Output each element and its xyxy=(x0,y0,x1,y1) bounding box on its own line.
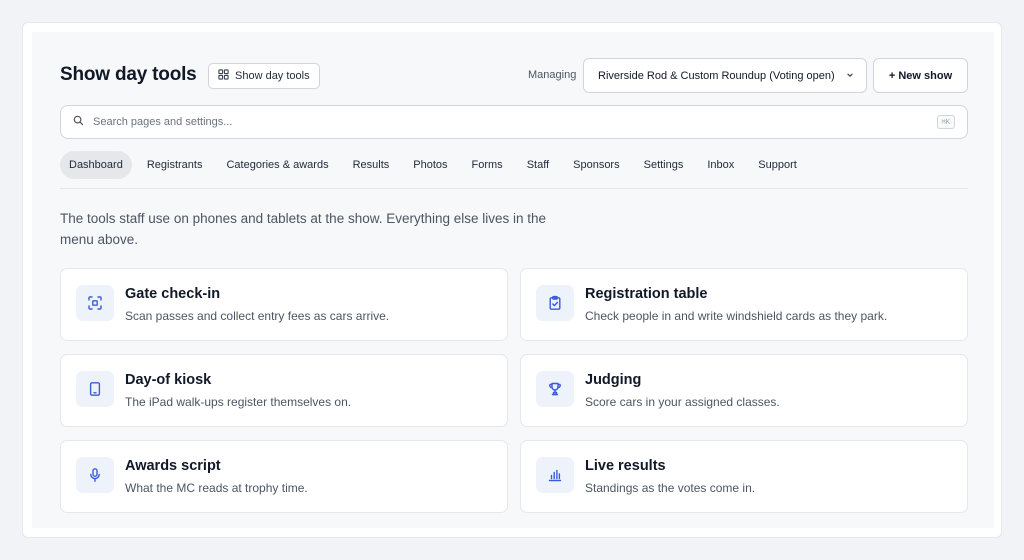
card-title: Judging xyxy=(585,372,642,388)
main-panel: Show day tools Show day tools Managing R… xyxy=(32,32,994,528)
show-day-tools-button[interactable]: Show day tools xyxy=(208,63,320,89)
card-description: The iPad walk-ups register themselves on… xyxy=(125,395,352,409)
tool-card-judging[interactable]: Judging Score cars in your assigned clas… xyxy=(520,354,968,427)
tool-card-registration-table[interactable]: Registration table Check people in and w… xyxy=(520,268,968,341)
tablet-icon xyxy=(76,371,114,407)
scan-icon xyxy=(76,285,114,321)
card-title: Registration table xyxy=(585,286,708,302)
page-header: Show day tools Show day tools Managing R… xyxy=(60,58,968,94)
card-title: Day-of kiosk xyxy=(125,372,212,388)
card-description: What the MC reads at trophy time. xyxy=(125,481,308,495)
nav-item-results[interactable]: Results xyxy=(344,151,399,179)
card-title: Awards script xyxy=(125,458,221,474)
chevron-down-icon xyxy=(846,70,854,82)
nav-item-forms[interactable]: Forms xyxy=(463,151,512,179)
main-nav: Dashboard Registrants Categories & award… xyxy=(60,151,968,189)
clipboard-check-icon xyxy=(536,285,574,321)
page-title: Show day tools xyxy=(60,64,197,85)
tool-card-gate-check-in[interactable]: Gate check-in Scan passes and collect en… xyxy=(60,268,508,341)
tool-card-day-of-kiosk[interactable]: Day-of kiosk The iPad walk-ups register … xyxy=(60,354,508,427)
grid-icon xyxy=(218,69,229,83)
tool-card-live-results[interactable]: Live results Standings as the votes come… xyxy=(520,440,968,513)
search-input[interactable] xyxy=(93,116,937,128)
bar-chart-icon xyxy=(536,457,574,493)
nav-item-inbox[interactable]: Inbox xyxy=(698,151,743,179)
nav-item-settings[interactable]: Settings xyxy=(635,151,693,179)
nav-item-sponsors[interactable]: Sponsors xyxy=(564,151,628,179)
card-description: Scan passes and collect entry fees as ca… xyxy=(125,309,390,323)
card-title: Gate check-in xyxy=(125,286,221,302)
microphone-icon xyxy=(76,457,114,493)
show-select[interactable]: Riverside Rod & Custom Roundup (Voting o… xyxy=(583,58,867,93)
managing-label: Managing xyxy=(528,69,577,81)
nav-item-registrants[interactable]: Registrants xyxy=(138,151,212,179)
card-description: Score cars in your assigned classes. xyxy=(585,395,780,409)
nav-item-categories-awards[interactable]: Categories & awards xyxy=(217,151,337,179)
show-day-tools-button-label: Show day tools xyxy=(235,70,310,82)
nav-item-dashboard[interactable]: Dashboard xyxy=(60,151,132,179)
intro-text: The tools staff use on phones and tablet… xyxy=(60,211,547,247)
card-description: Check people in and write windshield car… xyxy=(585,309,888,323)
nav-item-photos[interactable]: Photos xyxy=(404,151,456,179)
search-icon xyxy=(73,113,84,131)
card-description: Standings as the votes come in. xyxy=(585,481,756,495)
nav-item-staff[interactable]: Staff xyxy=(518,151,558,179)
card-title: Live results xyxy=(585,458,666,474)
tool-card-awards-script[interactable]: Awards script What the MC reads at troph… xyxy=(60,440,508,513)
shortcut-hint: ⌘K xyxy=(936,115,955,129)
app-frame: Show day tools Show day tools Managing R… xyxy=(22,22,1002,538)
nav-item-support[interactable]: Support xyxy=(749,151,806,179)
trophy-icon xyxy=(536,371,574,407)
show-select-value: Riverside Rod & Custom Roundup (Voting o… xyxy=(598,69,835,82)
new-show-button[interactable]: + New show xyxy=(873,58,968,93)
search-bar[interactable]: ⌘K xyxy=(60,105,968,139)
